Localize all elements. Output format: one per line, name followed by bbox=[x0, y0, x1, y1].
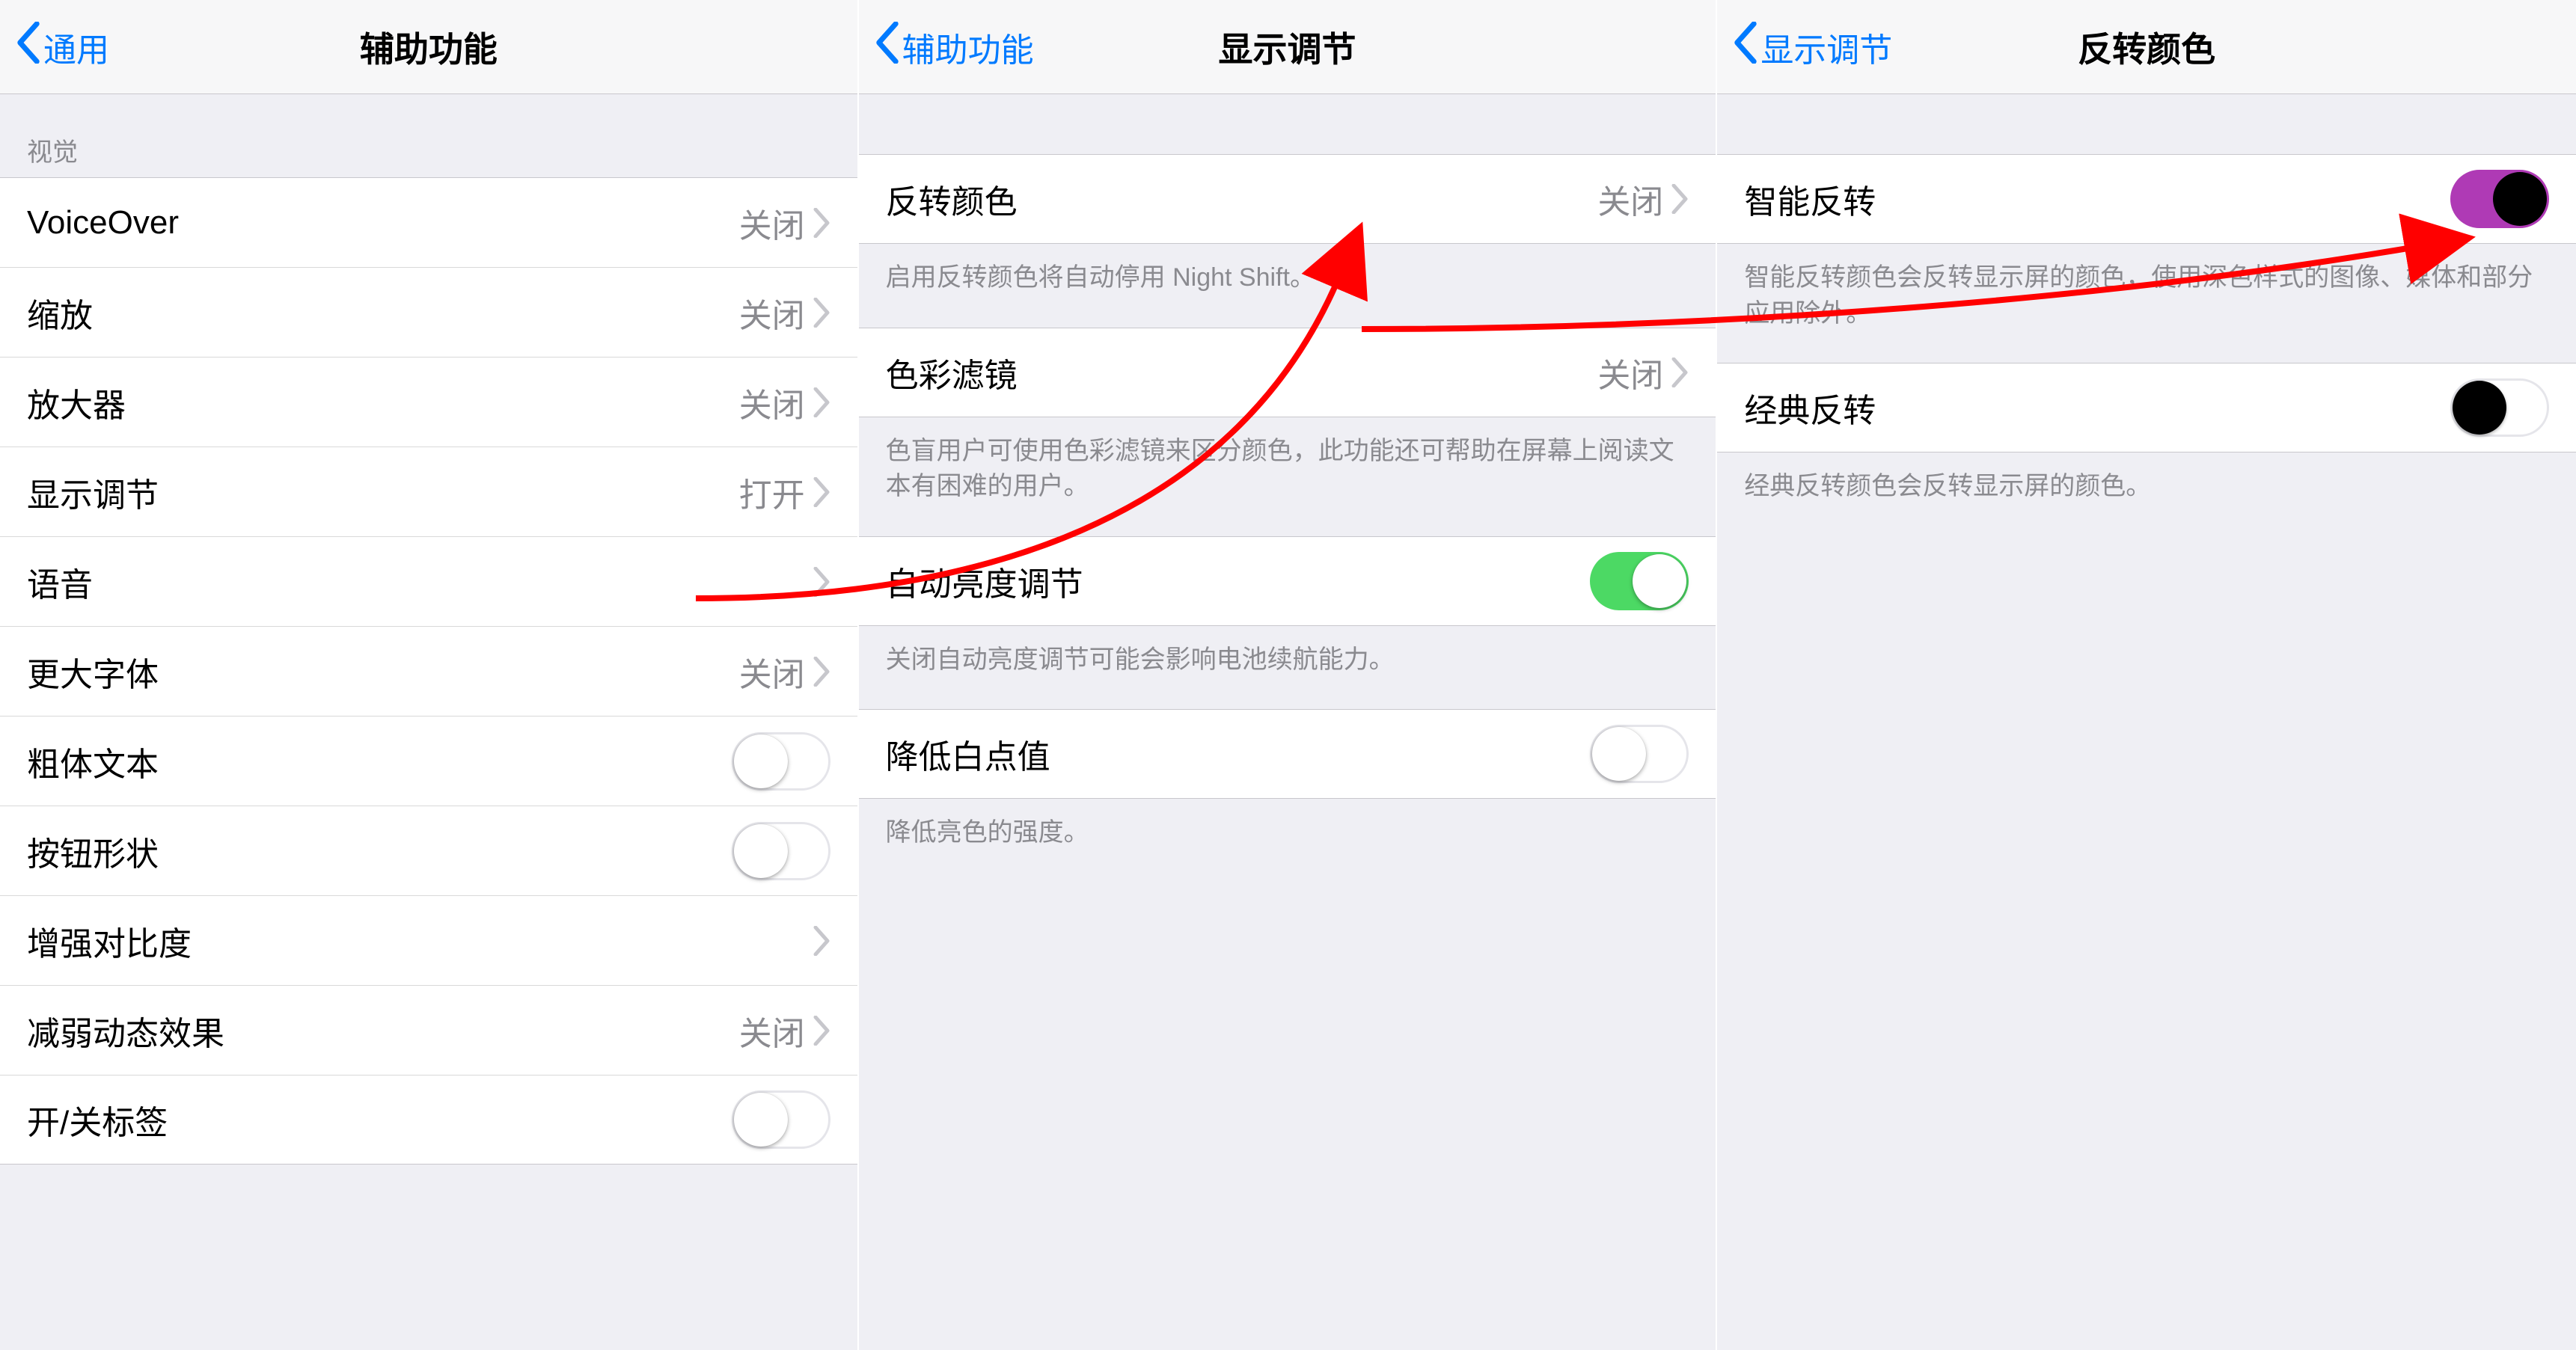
chevron-right-icon bbox=[1671, 358, 1689, 387]
panel-invert-colors: 显示调节 反转颜色 智能反转 智能反转颜色会反转显示屏的颜色，使用深色样式的图像… bbox=[1717, 0, 2576, 1350]
chevron-right-icon bbox=[1671, 184, 1689, 214]
row-speech[interactable]: 语音 bbox=[0, 536, 857, 626]
chevron-right-icon bbox=[813, 387, 830, 417]
chevron-right-icon bbox=[813, 926, 830, 956]
row-value: 关闭 bbox=[739, 289, 805, 337]
chevron-left-icon bbox=[1732, 22, 1759, 72]
auto-brightness-switch[interactable] bbox=[1590, 552, 1689, 610]
panel-display-accommodations: 辅助功能 显示调节 反转颜色 关闭 启用反转颜色将自动停用 Night Shif… bbox=[859, 0, 1718, 1350]
reduce-white-point-switch[interactable] bbox=[1590, 725, 1689, 783]
row-label: 语音 bbox=[27, 558, 93, 606]
classic-invert-switch[interactable] bbox=[2450, 378, 2549, 437]
group-header-vision: 视觉 bbox=[0, 94, 857, 177]
row-increase-contrast[interactable]: 增强对比度 bbox=[0, 895, 857, 985]
row-display-accommodations[interactable]: 显示调节 打开 bbox=[0, 447, 857, 536]
row-bold-text[interactable]: 粗体文本 bbox=[0, 716, 857, 806]
row-value: 关闭 bbox=[1597, 175, 1663, 223]
row-value: 关闭 bbox=[739, 378, 805, 426]
chevron-left-icon bbox=[874, 22, 901, 72]
navbar: 辅助功能 显示调节 bbox=[859, 0, 1716, 94]
row-larger-text[interactable]: 更大字体 关闭 bbox=[0, 626, 857, 716]
back-button[interactable]: 辅助功能 bbox=[874, 22, 1034, 72]
row-label: VoiceOver bbox=[27, 204, 179, 242]
smart-invert-switch[interactable] bbox=[2450, 170, 2549, 228]
chevron-right-icon bbox=[813, 477, 830, 507]
row-value: 关闭 bbox=[739, 1007, 805, 1055]
back-label: 通用 bbox=[43, 23, 109, 71]
row-invert-colors[interactable]: 反转颜色 关闭 bbox=[859, 154, 1716, 244]
row-button-shapes[interactable]: 按钮形状 bbox=[0, 806, 857, 895]
back-button[interactable]: 显示调节 bbox=[1732, 22, 1892, 72]
row-label: 更大字体 bbox=[27, 648, 159, 696]
row-label: 缩放 bbox=[27, 289, 93, 337]
row-zoom[interactable]: 缩放 关闭 bbox=[0, 267, 857, 357]
back-button[interactable]: 通用 bbox=[15, 22, 109, 72]
button-shapes-switch[interactable] bbox=[732, 822, 830, 880]
note-smart-invert: 智能反转颜色会反转显示屏的颜色，使用深色样式的图像、媒体和部分应用除外。 bbox=[1717, 244, 2576, 363]
row-label: 降低白点值 bbox=[886, 730, 1050, 778]
back-label: 显示调节 bbox=[1760, 23, 1892, 71]
row-value: 关闭 bbox=[739, 648, 805, 696]
row-reduce-motion[interactable]: 减弱动态效果 关闭 bbox=[0, 985, 857, 1075]
chevron-right-icon bbox=[813, 298, 830, 328]
row-label: 减弱动态效果 bbox=[27, 1007, 224, 1055]
bold-text-switch[interactable] bbox=[732, 732, 830, 791]
row-label: 智能反转 bbox=[1744, 175, 1876, 223]
row-label: 自动亮度调节 bbox=[886, 557, 1083, 605]
row-magnifier[interactable]: 放大器 关闭 bbox=[0, 357, 857, 447]
row-smart-invert[interactable]: 智能反转 bbox=[1717, 154, 2576, 244]
chevron-right-icon bbox=[813, 208, 830, 238]
chevron-left-icon bbox=[15, 22, 42, 72]
row-label: 按钮形状 bbox=[27, 827, 159, 875]
row-onoff-labels[interactable]: 开/关标签 bbox=[0, 1075, 857, 1165]
row-label: 放大器 bbox=[27, 378, 126, 426]
chevron-right-icon bbox=[813, 657, 830, 687]
row-label: 开/关标签 bbox=[27, 1096, 168, 1144]
row-label: 显示调节 bbox=[27, 468, 159, 516]
page-title: 辅助功能 bbox=[360, 22, 498, 72]
row-value: 关闭 bbox=[1597, 349, 1663, 396]
back-label: 辅助功能 bbox=[902, 23, 1034, 71]
row-classic-invert[interactable]: 经典反转 bbox=[1717, 363, 2576, 452]
note-autobright: 关闭自动亮度调节可能会影响电池续航能力。 bbox=[859, 626, 1716, 710]
note-invert: 启用反转颜色将自动停用 Night Shift。 bbox=[859, 244, 1716, 328]
row-auto-brightness[interactable]: 自动亮度调节 bbox=[859, 536, 1716, 626]
row-label: 增强对比度 bbox=[27, 917, 192, 965]
row-label: 粗体文本 bbox=[27, 737, 159, 785]
row-color-filters[interactable]: 色彩滤镜 关闭 bbox=[859, 328, 1716, 417]
row-reduce-white-point[interactable]: 降低白点值 bbox=[859, 709, 1716, 799]
onoff-labels-switch[interactable] bbox=[732, 1090, 830, 1149]
row-label: 色彩滤镜 bbox=[886, 349, 1018, 396]
row-value: 关闭 bbox=[739, 199, 805, 247]
page-title: 显示调节 bbox=[1218, 22, 1356, 72]
row-label: 反转颜色 bbox=[886, 175, 1018, 223]
row-value: 打开 bbox=[739, 468, 805, 516]
row-label: 经典反转 bbox=[1744, 384, 1876, 432]
row-voiceover[interactable]: VoiceOver 关闭 bbox=[0, 177, 857, 267]
note-filter: 色盲用户可使用色彩滤镜来区分颜色，此功能还可帮助在屏幕上阅读文本有困难的用户。 bbox=[859, 417, 1716, 536]
note-whitepoint: 降低亮色的强度。 bbox=[859, 799, 1716, 883]
navbar: 通用 辅助功能 bbox=[0, 0, 857, 94]
navbar: 显示调节 反转颜色 bbox=[1717, 0, 2576, 94]
note-classic-invert: 经典反转颜色会反转显示屏的颜色。 bbox=[1717, 452, 2576, 536]
page-title: 反转颜色 bbox=[2078, 22, 2215, 72]
chevron-right-icon bbox=[813, 567, 830, 597]
chevron-right-icon bbox=[813, 1016, 830, 1046]
panel-accessibility: 通用 辅助功能 视觉 VoiceOver 关闭 缩放 关闭 放大器 关闭 显示调… bbox=[0, 0, 859, 1350]
